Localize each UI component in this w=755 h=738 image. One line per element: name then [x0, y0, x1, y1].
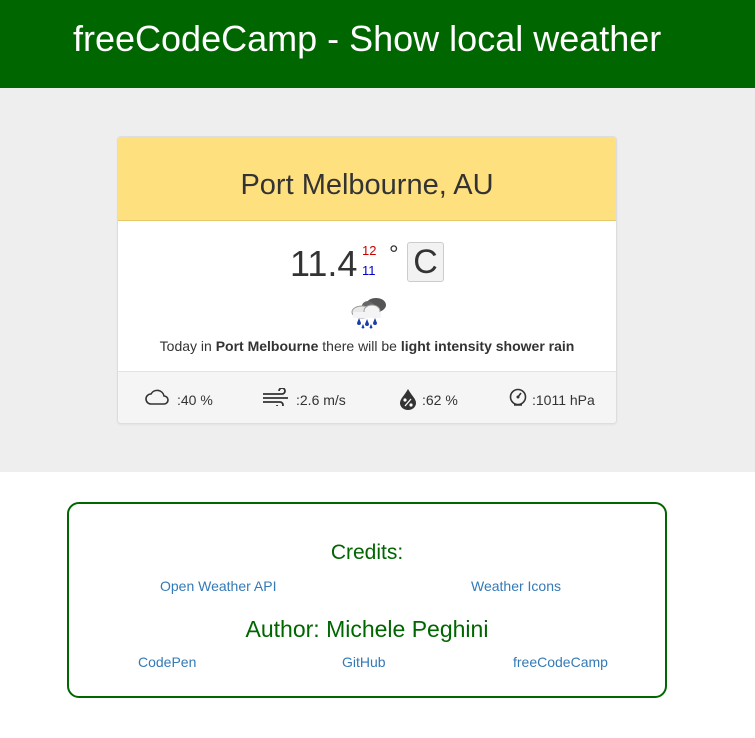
- weather-stats: :40 % :2.6 m/s :62 %:1011 hPa: [118, 372, 616, 423]
- codepen-link[interactable]: CodePen: [138, 654, 196, 670]
- credits-panel: Credits: Open Weather API Weather Icons …: [67, 502, 667, 698]
- description-city: Port Melbourne: [215, 338, 319, 354]
- open-weather-api-link[interactable]: Open Weather API: [160, 578, 276, 594]
- description-middle: there will be: [318, 338, 401, 354]
- humidity-icon: [400, 389, 416, 410]
- shower-rain-icon: [351, 298, 386, 329]
- credits-heading: Credits:: [330, 541, 404, 564]
- wind-value: :2.6 m/s: [296, 392, 346, 408]
- weather-description: Today in Port Melbourne there will be li…: [118, 338, 616, 354]
- weather-icons-link[interactable]: Weather Icons: [471, 578, 561, 594]
- pressure-value: :1011 hPa: [532, 392, 595, 408]
- max-temperature: 12: [362, 243, 377, 258]
- barometer-icon: [509, 388, 527, 406]
- description-condition: light intensity shower rain: [400, 338, 575, 354]
- cloud-icon: [145, 389, 169, 405]
- weather-card-header: Port Melbourne, AU: [118, 137, 616, 221]
- degree-symbol: °: [389, 241, 399, 268]
- temperature-row: 11.4 12 11 ° C: [118, 239, 616, 284]
- freecodecamp-link[interactable]: freeCodeCamp: [513, 654, 608, 670]
- location-title: Port Melbourne, AU: [240, 169, 494, 201]
- author-heading: Author: Michele Peghini: [245, 616, 489, 642]
- cloudiness-value: :40 %: [177, 392, 213, 408]
- weather-section: Port Melbourne, AU 11.4 12 11 ° C Today …: [0, 88, 755, 472]
- humidity-value: :62 %: [422, 392, 458, 408]
- min-temperature: 11: [362, 263, 376, 278]
- github-link[interactable]: GitHub: [342, 654, 386, 670]
- wind-icon: [263, 388, 288, 406]
- current-temperature: 11.4: [290, 243, 358, 284]
- weather-card-body: 11.4 12 11 ° C Today in Port Melbourne t…: [118, 221, 616, 372]
- weather-card: Port Melbourne, AU 11.4 12 11 ° C Today …: [117, 136, 617, 424]
- description-prefix: Today in: [159, 338, 216, 354]
- page-title: freeCodeCamp - Show local weather: [73, 18, 662, 59]
- unit-toggle-button[interactable]: C: [407, 242, 444, 282]
- top-header: freeCodeCamp - Show local weather: [0, 0, 755, 88]
